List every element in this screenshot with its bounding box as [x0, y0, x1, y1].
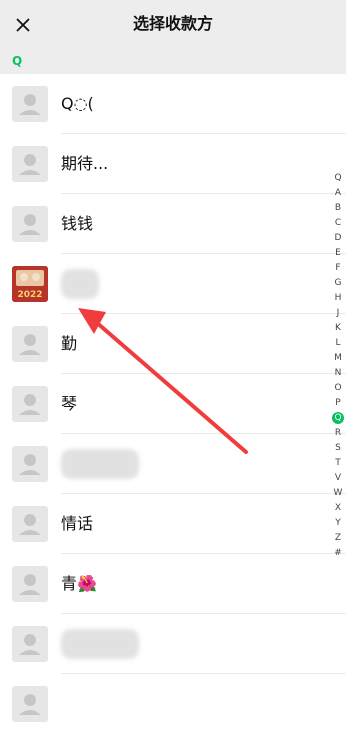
contact-row[interactable] — [0, 674, 346, 734]
index-letter[interactable]: S — [330, 441, 346, 456]
default-avatar-icon — [12, 86, 48, 122]
contact-name: 钱钱 — [61, 214, 94, 233]
contact-row[interactable]: Q◌( — [0, 74, 346, 134]
index-letter[interactable]: D — [330, 231, 346, 246]
blurred-name — [61, 269, 99, 299]
contact-list: Q◌( 期待... 钱钱 2022 勤 琴 情话 青🌺 — [0, 74, 346, 734]
default-avatar-icon — [12, 206, 48, 242]
index-letter[interactable]: C — [330, 216, 346, 231]
index-letter[interactable]: Y — [330, 516, 346, 531]
default-avatar-icon — [12, 446, 48, 482]
section-letter: Q — [12, 54, 23, 68]
index-letter[interactable]: T — [330, 456, 346, 471]
blurred-name — [61, 629, 139, 659]
default-avatar-icon — [12, 326, 48, 362]
index-letter[interactable]: E — [330, 246, 346, 261]
index-letter[interactable]: L — [330, 336, 346, 351]
index-letter[interactable]: Q — [330, 171, 346, 186]
default-avatar-icon — [12, 506, 48, 542]
contact-name: 琴 — [61, 394, 78, 413]
default-avatar-icon — [12, 566, 48, 602]
index-letter[interactable]: K — [330, 321, 346, 336]
index-letter[interactable]: A — [330, 186, 346, 201]
index-letter[interactable]: Z — [330, 531, 346, 546]
index-letter[interactable]: R — [330, 426, 346, 441]
index-letter[interactable]: H — [330, 291, 346, 306]
alphabet-index[interactable]: Q A B C D E F G H J K L M N O P Q R S T V W X Y Z # — [330, 171, 346, 561]
section-header: Q — [0, 48, 346, 74]
index-letter[interactable]: J — [330, 306, 346, 321]
contact-row[interactable]: 琴 — [0, 374, 346, 434]
index-letter[interactable]: G — [330, 276, 346, 291]
blurred-name — [61, 449, 139, 479]
default-avatar-icon — [12, 146, 48, 182]
index-letter[interactable]: # — [330, 546, 346, 561]
contact-row[interactable] — [0, 434, 346, 494]
index-letter[interactable]: O — [330, 381, 346, 396]
contact-name: Q◌( — [61, 94, 94, 113]
top-bar: 选择收款方 — [0, 0, 346, 48]
index-letter[interactable]: P — [330, 396, 346, 411]
index-letter[interactable]: B — [330, 201, 346, 216]
contact-name: 青🌺 — [61, 574, 97, 593]
index-letter[interactable]: Q — [330, 411, 346, 426]
index-letter[interactable]: X — [330, 501, 346, 516]
contact-row[interactable]: 2022 — [0, 254, 346, 314]
default-avatar-icon — [12, 686, 48, 722]
contact-row[interactable]: 情话 — [0, 494, 346, 554]
contact-row[interactable]: 钱钱 — [0, 194, 346, 254]
page-title: 选择收款方 — [132, 14, 213, 33]
index-letter[interactable]: W — [330, 486, 346, 501]
contact-name: 情话 — [61, 514, 94, 533]
index-letter[interactable]: F — [330, 261, 346, 276]
index-letter[interactable]: N — [330, 366, 346, 381]
contact-name: 勤 — [61, 334, 78, 353]
contact-row[interactable]: 勤 — [0, 314, 346, 374]
contact-row[interactable]: 青🌺 — [0, 554, 346, 614]
contact-row[interactable]: 期待... — [0, 134, 346, 194]
default-avatar-icon — [12, 386, 48, 422]
contact-row[interactable] — [0, 614, 346, 674]
default-avatar-icon — [12, 626, 48, 662]
index-letter[interactable]: M — [330, 351, 346, 366]
new-year-avatar: 2022 — [12, 266, 48, 302]
index-letter-label: Q — [334, 413, 342, 423]
avatar-badge: 2022 — [17, 290, 42, 300]
contact-name: 期待... — [61, 154, 109, 173]
index-letter[interactable]: V — [330, 471, 346, 486]
